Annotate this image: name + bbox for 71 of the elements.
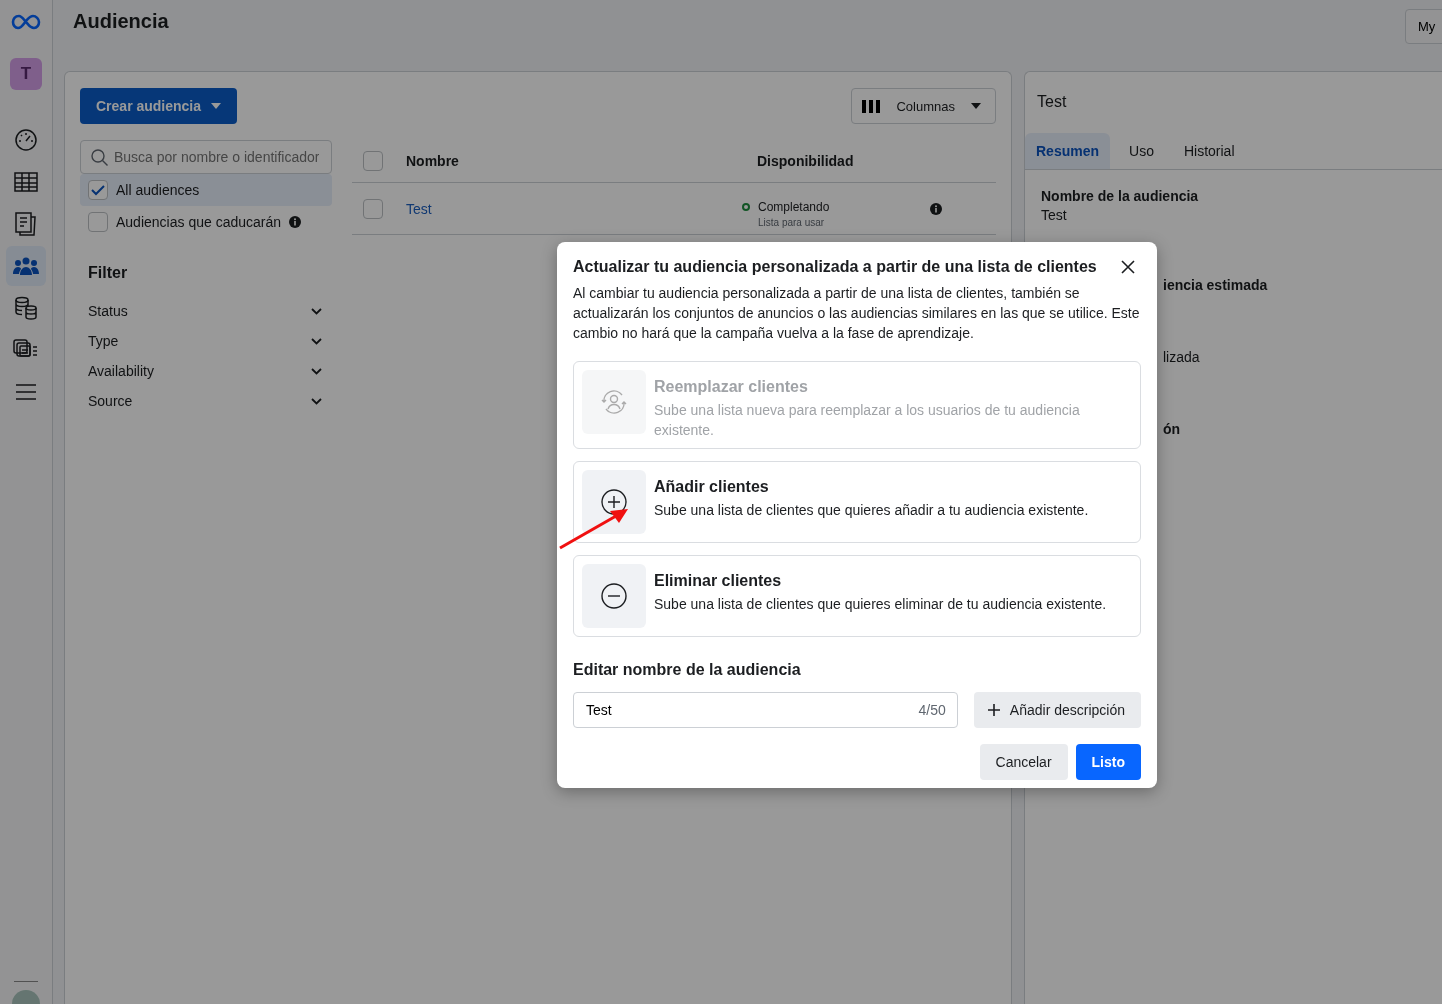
column-header[interactable]: Nombre — [406, 153, 757, 169]
chevron-down-icon — [311, 307, 322, 315]
field-label: Editar nombre de la audiencia — [573, 661, 802, 679]
option-description: Sube una lista de clientes que quieres eliminar de tu audiencia existente. — [654, 595, 1107, 614]
row-checkbox[interactable] — [363, 198, 383, 219]
search-field[interactable]: Busca por nombre o identificador — [80, 140, 332, 174]
add-description-button[interactable]: Añadir descripción — [973, 692, 1141, 728]
chevron-down-icon — [311, 397, 322, 405]
info-icon[interactable] — [930, 202, 942, 215]
gauge-icon — [14, 128, 38, 152]
option-description: Sube una lista de clientes que quieres añadir a tu audiencia existente. — [654, 501, 1089, 520]
chevron-down-icon — [311, 367, 322, 375]
account-button[interactable]: My — [1405, 9, 1442, 44]
status-dot — [742, 202, 750, 211]
character-count: 4/50 — [918, 702, 946, 718]
checkbox[interactable] — [88, 180, 108, 200]
option-description: Sube una lista nueva para reemplazar a los usuarios de tu audiencia existente. — [654, 401, 1081, 440]
infinity-logo-icon — [11, 14, 41, 30]
annotation-arrow — [558, 508, 630, 550]
filter-label: Audiencias que caducarán — [116, 214, 281, 230]
minus-circle-icon — [601, 583, 627, 609]
caret-icon — [211, 103, 222, 109]
audience-link[interactable]: Test — [406, 200, 742, 217]
checkbox[interactable] — [88, 212, 108, 232]
option-title: Reemplazar clientes — [654, 378, 809, 396]
dialog-description: Al cambiar tu audiencia personalizada a partir de una lista de clientes, también se actualizarán los conjuntos de anuncios o las audiencias similares en las que se utilice. Este cambio no hará que la campaña vuelva a la fase de aprendizaje. — [573, 284, 1141, 343]
dialog-title: Actualizar tu audiencia personalizada a partir de una lista de clientes — [573, 258, 1097, 276]
filter-label: All audiences — [116, 182, 200, 198]
filter-heading: Filter — [88, 264, 129, 282]
audience-filter-item[interactable]: All audiences — [80, 174, 332, 206]
caret-icon — [971, 103, 981, 109]
field-value: Test — [1041, 207, 1068, 223]
user-refresh-icon — [601, 390, 627, 414]
filter-dropdown[interactable]: Source — [80, 386, 332, 416]
page-title: Audiencia — [73, 10, 169, 33]
detail-title: Test — [1036, 92, 1068, 112]
option-card[interactable]: Añadir clientes Sube una lista de clientes que quieres añadir a tu audiencia existente. — [573, 461, 1141, 543]
columns-button[interactable]: Columnas — [851, 88, 996, 124]
select-all-checkbox[interactable] — [363, 151, 383, 171]
audience-filter-item[interactable]: Audiencias que caducarán — [80, 206, 332, 238]
tab[interactable]: Historial — [1172, 133, 1246, 169]
create-audience-button[interactable]: Crear audiencia — [80, 88, 238, 124]
partial-text: ón — [1163, 420, 1182, 439]
column-header[interactable]: Disponibilidad — [757, 153, 854, 169]
status-note: Lista para usar — [758, 216, 826, 228]
menu-icon — [16, 383, 36, 401]
close-icon — [1121, 260, 1135, 274]
field-label: Nombre de la audiencia — [1041, 188, 1200, 204]
search-icon — [91, 148, 108, 166]
tab[interactable]: Uso — [1118, 133, 1165, 169]
table-icon — [14, 171, 38, 193]
tab[interactable]: Resumen — [1025, 133, 1111, 169]
people-icon — [13, 256, 39, 276]
partial-text: iencia estimada — [1163, 276, 1269, 295]
option-title: Añadir clientes — [654, 478, 770, 496]
cancel-button[interactable]: Cancelar — [979, 744, 1068, 780]
option-card[interactable]: Eliminar clientes Sube una lista de clientes que quieres eliminar de tu audiencia existente. — [573, 555, 1141, 637]
plus-circle-icon — [601, 489, 627, 515]
filter-dropdown[interactable]: Status — [80, 296, 332, 326]
partial-text: lizada — [1163, 348, 1201, 367]
filter-dropdown[interactable]: Type — [80, 326, 332, 356]
database-icon — [14, 296, 38, 320]
filter-dropdown[interactable]: Availability — [80, 356, 332, 386]
plus-icon — [987, 704, 1000, 716]
done-button[interactable]: Listo — [1075, 744, 1141, 780]
nav-item[interactable] — [6, 246, 46, 286]
option-title: Eliminar clientes — [654, 572, 783, 590]
columns-icon — [862, 99, 881, 113]
chevron-down-icon — [311, 337, 322, 345]
status-text: Completando — [758, 199, 830, 214]
document-icon — [14, 212, 38, 236]
